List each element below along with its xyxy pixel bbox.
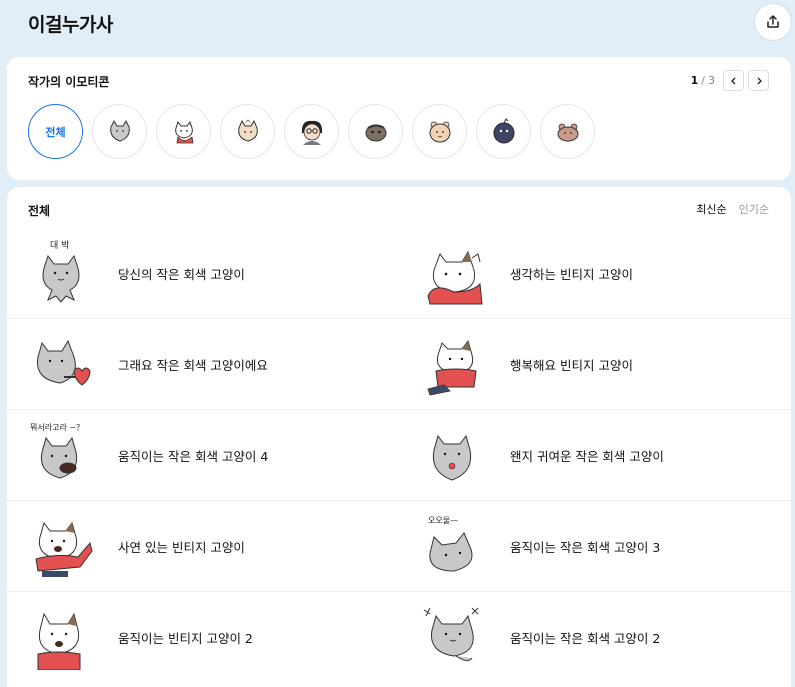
- emoticon-grid: 대 박 당신의 작은 회색 고양이 생각하는 빈티지 고양이 그래요 작은 회색…: [7, 228, 791, 682]
- item-label: 생각하는 빈티지 고양이: [510, 266, 633, 282]
- peach-bear-icon: [429, 121, 450, 142]
- sort-options: 최신순 인기순: [684, 201, 769, 217]
- all-label: 전체: [45, 125, 66, 139]
- list-item[interactable]: 행복해요 빈티지 고양이: [420, 319, 795, 409]
- page-title: 이걸누가사: [28, 14, 113, 36]
- all-emoticons-button[interactable]: 전체: [28, 104, 83, 159]
- emoticon-thumb[interactable]: [156, 104, 211, 159]
- list-item[interactable]: 왠지 귀여운 작은 회색 고양이: [420, 410, 795, 500]
- pink-bear-icon: [557, 123, 578, 141]
- list-row: 사연 있는 빈티지 고양이 오오울— 움직이는 작은 회색 고양이 3: [7, 501, 791, 592]
- list-item[interactable]: 오오울— 움직이는 작은 회색 고양이 3: [420, 501, 795, 591]
- item-label: 사연 있는 빈티지 고양이: [118, 539, 245, 555]
- gray-cat-icon: [109, 119, 130, 142]
- vintage-cat-mouth-icon: [37, 612, 81, 670]
- list-item[interactable]: 사연 있는 빈티지 고양이: [28, 501, 418, 591]
- beige-cat-icon: [237, 118, 258, 142]
- svg-text:뭐서라고라 ~?: 뭐서라고라 ~?: [30, 423, 80, 432]
- share-button[interactable]: [755, 4, 791, 40]
- prev-page-button[interactable]: [723, 70, 744, 91]
- sort-popular[interactable]: 인기순: [739, 201, 769, 217]
- item-label: 움직이는 작은 회색 고양이 3: [510, 539, 661, 555]
- svg-text:대 박: 대 박: [50, 240, 69, 251]
- artist-emoticons-title: 작가의 이모티콘: [28, 75, 110, 89]
- list-row: 대 박 당신의 작은 회색 고양이 생각하는 빈티지 고양이: [7, 228, 791, 319]
- navy-creature-icon: [493, 117, 514, 143]
- pager-current: 1: [690, 74, 699, 87]
- emoticon-list-card: 전체 최신순 인기순 대 박 당신의 작은 회색 고양이 생각하는 빈티지 고양…: [7, 187, 791, 687]
- gray-cat-sparkle-icon: [423, 607, 479, 662]
- list-item[interactable]: 그래요 작은 회색 고양이에요: [28, 319, 418, 409]
- item-label: 당신의 작은 회색 고양이: [118, 266, 245, 282]
- gray-cat-cute-icon: [432, 434, 472, 481]
- list-row: 뭐서라고라 ~? 움직이는 작은 회색 고양이 4 왠지 귀여운 작은 회색 고…: [7, 410, 791, 501]
- pager-separator: /: [701, 74, 705, 87]
- list-item[interactable]: 생각하는 빈티지 고양이: [420, 228, 795, 318]
- list-title: 전체: [28, 204, 51, 218]
- item-label: 움직이는 빈티지 고양이 2: [118, 630, 253, 646]
- gray-cat-shout-icon: 뭐서라고라 ~?: [30, 423, 80, 479]
- item-label: 행복해요 빈티지 고양이: [510, 357, 633, 373]
- item-label: 그래요 작은 회색 고양이에요: [118, 357, 268, 373]
- emoticon-thumb[interactable]: [284, 104, 339, 159]
- list-row: 움직이는 빈티지 고양이 2 움직이는 작은 회색 고양이 2: [7, 592, 791, 682]
- emoticon-thumb[interactable]: [412, 104, 467, 159]
- share-icon: [767, 15, 779, 28]
- emoticon-thumb[interactable]: [348, 104, 403, 159]
- list-item[interactable]: 뭐서라고라 ~? 움직이는 작은 회색 고양이 4: [28, 410, 418, 500]
- vintage-cat-icon: [174, 120, 193, 143]
- emoticon-carousel: 전체: [28, 104, 604, 159]
- vintage-cat-happy-icon: [427, 339, 477, 396]
- gray-cat-heart-icon: [36, 339, 91, 386]
- vintage-cat-wave-icon: [35, 521, 93, 577]
- list-item[interactable]: 움직이는 빈티지 고양이 2: [28, 592, 418, 682]
- item-label: 움직이는 작은 회색 고양이 2: [510, 630, 661, 646]
- artist-emoticons-card: 작가의 이모티콘 1 / 3 전체: [7, 57, 791, 180]
- emoticon-thumb[interactable]: [220, 104, 275, 159]
- svg-text:오오울—: 오오울—: [428, 516, 458, 525]
- item-label: 왠지 귀여운 작은 회색 고양이: [510, 448, 664, 464]
- list-item[interactable]: 대 박 당신의 작은 회색 고양이: [28, 228, 418, 318]
- pager-total: 3: [708, 74, 715, 87]
- gray-cat-lying-icon: 오오울—: [428, 516, 473, 572]
- brown-cat-icon: [365, 124, 386, 141]
- sort-latest[interactable]: 최신순: [696, 201, 726, 217]
- glasses-person-icon: [301, 120, 322, 145]
- chevron-left-icon: [730, 77, 735, 84]
- emoticon-thumb[interactable]: [92, 104, 147, 159]
- chevron-right-icon: [757, 77, 762, 84]
- gray-cat-sticker-icon: 대 박: [42, 240, 80, 303]
- pager: 1 / 3: [691, 70, 769, 91]
- item-label: 움직이는 작은 회색 고양이 4: [118, 448, 269, 464]
- next-page-button[interactable]: [748, 70, 769, 91]
- emoticon-thumb[interactable]: [476, 104, 531, 159]
- list-item[interactable]: 움직이는 작은 회색 고양이 2: [420, 592, 795, 682]
- emoticon-thumb[interactable]: [540, 104, 595, 159]
- list-row: 그래요 작은 회색 고양이에요 행복해요 빈티지 고양이: [7, 319, 791, 410]
- vintage-cat-sticker-icon: [427, 250, 483, 305]
- header: 이걸누가사: [0, 0, 795, 56]
